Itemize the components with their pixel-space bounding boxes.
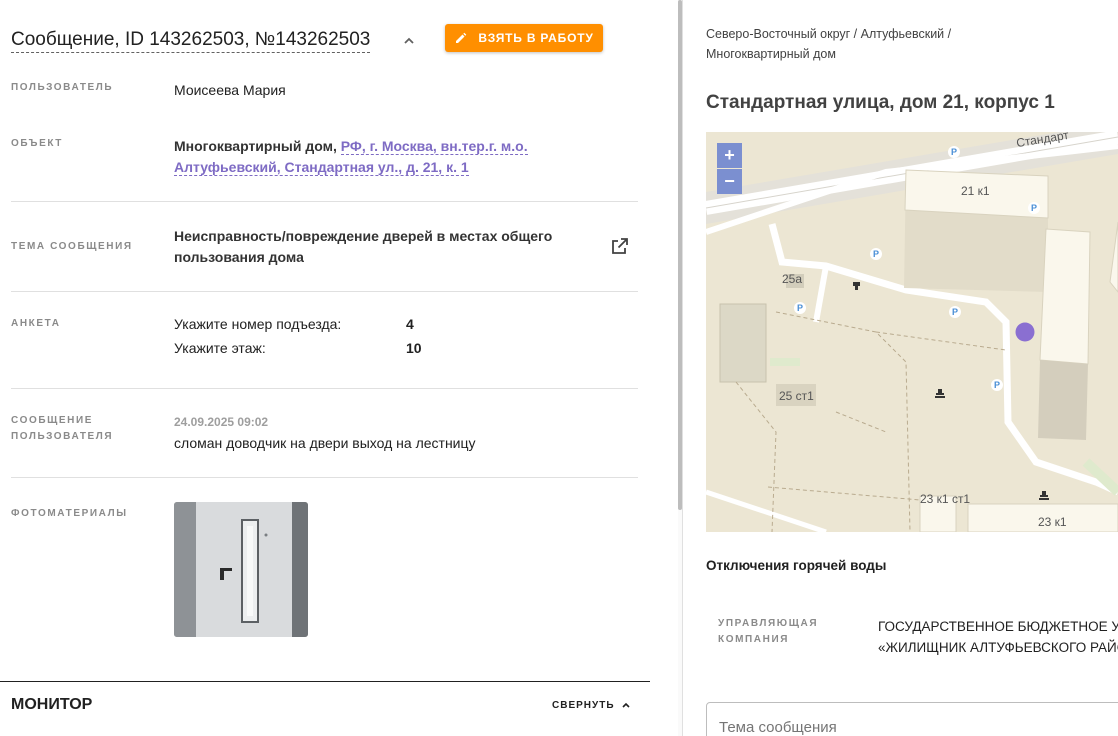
svg-text:P: P xyxy=(873,249,879,259)
svg-text:P: P xyxy=(951,147,957,157)
zoom-out-button[interactable]: − xyxy=(717,169,742,194)
management-company-value: ГОСУДАРСТВЕННОЕ БЮДЖЕТНОЕ УЧ «ЖИЛИЩНИК А… xyxy=(878,616,1118,658)
user-label: ПОЛЬЗОВАТЕЛЬ xyxy=(11,82,114,93)
message-topic-input[interactable]: Тема сообщения xyxy=(706,702,1118,736)
message-date: 24.09.2025 09:02 xyxy=(174,415,269,429)
map-label-25a: 25а xyxy=(782,272,803,286)
form-answer-entrance: 4 xyxy=(406,316,414,332)
divider xyxy=(11,388,638,389)
pencil-icon xyxy=(456,32,467,43)
zoom-in-button[interactable]: + xyxy=(717,143,742,168)
user-value: Моисеева Мария xyxy=(174,82,286,98)
object-type: Многоквартирный дом, xyxy=(174,138,337,154)
message-panel: Сообщение, ID 143262503, №143262503 ВЗЯТ… xyxy=(0,0,678,736)
svg-text:P: P xyxy=(797,303,803,313)
monitor-divider xyxy=(0,681,650,682)
user-message-label: СООБЩЕНИЕ ПОЛЬЗОВАТЕЛЯ xyxy=(11,415,114,442)
divider xyxy=(11,291,638,292)
map-label-23k1: 23 к1 xyxy=(1038,515,1067,529)
message-text: сломан доводчик на двери выход на лестни… xyxy=(174,435,476,451)
take-to-work-button[interactable]: ВЗЯТЬ В РАБОТУ xyxy=(445,24,603,52)
svg-text:P: P xyxy=(952,307,958,317)
form-answer-floor: 10 xyxy=(406,340,422,356)
photo-thumbnail[interactable] xyxy=(174,502,308,637)
collapse-label: СВЕРНУТЬ xyxy=(552,699,615,711)
svg-text:P: P xyxy=(994,380,1000,390)
map-canvas: P P P P P P xyxy=(706,132,1118,532)
form-question-floor: Укажите этаж: xyxy=(174,340,266,356)
object-label: ОБЪЕКТ xyxy=(11,138,64,149)
open-external-icon[interactable] xyxy=(609,236,630,257)
chevron-up-icon xyxy=(621,702,630,708)
collapse-button[interactable]: СВЕРНУТЬ xyxy=(552,699,632,711)
location-marker[interactable] xyxy=(1015,322,1035,342)
address-title: Стандартная улица, дом 21, корпус 1 xyxy=(706,92,1055,113)
map-label-23k1st1: 23 к1 ст1 xyxy=(920,492,971,506)
divider xyxy=(11,201,638,202)
pane-divider xyxy=(682,0,683,736)
topic-value: Неисправность/повреждение дверей в места… xyxy=(174,228,553,265)
management-company-label: УПРАВЛЯЮЩАЯ КОМПАНИЯ xyxy=(718,618,819,645)
form-label: АНКЕТА xyxy=(11,318,61,329)
svg-text:P: P xyxy=(1031,203,1037,213)
divider xyxy=(11,477,638,478)
chevron-up-icon[interactable] xyxy=(402,34,416,48)
message-title[interactable]: Сообщение, ID 143262503, №143262503 xyxy=(11,28,371,53)
management-company-line2: «ЖИЛИЩНИК АЛТУФЬЕВСКОГО РАЙО xyxy=(878,640,1118,655)
map[interactable]: P P P P P P Стандарт 21 к1 25а 25 ст1 23… xyxy=(706,132,1118,532)
map-label-25st1: 25 ст1 xyxy=(779,389,814,403)
take-to-work-label: ВЗЯТЬ В РАБОТУ xyxy=(478,31,594,45)
topic-label: ТЕМА СООБЩЕНИЯ xyxy=(11,241,133,252)
photos-label: ФОТОМАТЕРИАЛЫ xyxy=(11,508,128,519)
hot-water-title: Отключения горячей воды xyxy=(706,558,887,573)
monitor-title: МОНИТОР xyxy=(11,696,93,713)
management-company-line1: ГОСУДАРСТВЕННОЕ БЮДЖЕТНОЕ УЧ xyxy=(878,619,1118,634)
form-question-entrance: Укажите номер подъезда: xyxy=(174,316,342,332)
breadcrumb: Северо-Восточный округ / Алтуфьевский / … xyxy=(706,27,952,61)
map-label-21k1: 21 к1 xyxy=(961,184,990,198)
object-value: Многоквартирный дом, РФ, г. Москва, вн.т… xyxy=(174,136,624,178)
